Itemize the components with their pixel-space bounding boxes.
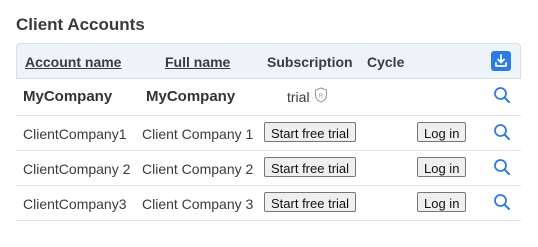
- full-name-cell: Client Company 2: [142, 161, 254, 177]
- search-icon[interactable]: [493, 158, 511, 176]
- log-in-button[interactable]: Log in: [417, 122, 467, 142]
- table-row: ClientCompany3 Client Company 3 Start fr…: [16, 186, 521, 221]
- download-icon: [495, 54, 507, 67]
- account-name-cell: ClientCompany3: [23, 196, 127, 212]
- log-in-button[interactable]: Log in: [417, 192, 467, 212]
- client-accounts-table: Account name Full name Subscription Cycl…: [16, 43, 521, 221]
- start-free-trial-button[interactable]: Start free trial: [264, 192, 357, 212]
- search-icon[interactable]: [493, 86, 511, 104]
- account-name-cell: MyCompany: [23, 88, 113, 105]
- column-header-subscription: Subscription: [267, 54, 353, 70]
- search-icon[interactable]: [493, 123, 511, 141]
- column-header-account-name[interactable]: Account name: [25, 54, 121, 70]
- download-button[interactable]: [491, 51, 511, 71]
- page-title: Client Accounts: [16, 15, 145, 34]
- shield-r-icon: R: [314, 87, 328, 103]
- full-name-cell: Client Company 1: [142, 126, 254, 142]
- account-name-cell: ClientCompany 2: [23, 161, 131, 177]
- table-row: ClientCompany 2 Client Company 2 Start f…: [16, 151, 521, 186]
- log-in-button[interactable]: Log in: [417, 157, 467, 177]
- start-free-trial-button[interactable]: Start free trial: [264, 157, 357, 177]
- column-header-cycle: Cycle: [367, 54, 405, 70]
- full-name-cell: MyCompany: [146, 88, 236, 105]
- table-row: MyCompany MyCompany trial R: [16, 79, 521, 116]
- subscription-status: trial: [287, 89, 310, 105]
- svg-text:R: R: [319, 93, 324, 100]
- start-free-trial-button[interactable]: Start free trial: [264, 122, 357, 142]
- column-header-full-name[interactable]: Full name: [165, 54, 230, 70]
- table-header: Account name Full name Subscription Cycl…: [16, 43, 521, 79]
- table-row: ClientCompany1 Client Company 1 Start fr…: [16, 116, 521, 151]
- search-icon[interactable]: [493, 193, 511, 211]
- full-name-cell: Client Company 3: [142, 196, 254, 212]
- account-name-cell: ClientCompany1: [23, 126, 127, 142]
